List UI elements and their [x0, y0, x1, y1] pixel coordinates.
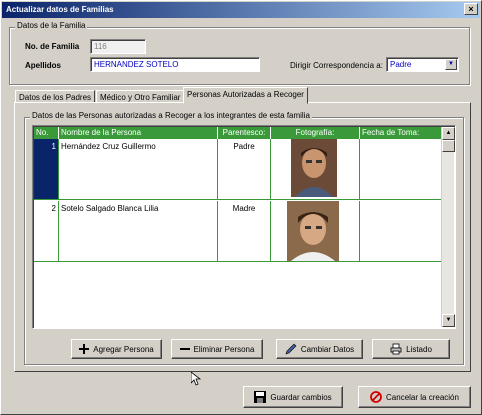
correspondence-label: Dirigir Correspondencia a: — [290, 61, 383, 70]
scroll-thumb[interactable] — [442, 140, 455, 152]
scroll-up-icon[interactable]: ▲ — [442, 127, 455, 140]
grid-scrollbar[interactable]: ▲ ▼ — [441, 127, 455, 327]
scroll-down-icon[interactable]: ▼ — [442, 314, 455, 327]
minus-icon — [179, 348, 190, 350]
row-number: 1 — [34, 139, 59, 199]
grid-header: No. Nombre de la Persona Parentesco: Fot… — [34, 127, 442, 139]
row-number: 2 — [34, 201, 59, 261]
surname-field[interactable]: HERNANDEZ SOTELO — [90, 57, 260, 72]
correspondence-value: Padre — [390, 60, 412, 69]
cancel-creation-button[interactable]: Cancelar la creación — [358, 386, 471, 408]
printer-icon — [390, 343, 402, 355]
save-changes-label: Guardar cambios — [270, 392, 332, 402]
close-button[interactable]: × — [464, 3, 478, 15]
authorized-grid[interactable]: No. Nombre de la Persona Parentesco: Fot… — [32, 125, 456, 329]
pencil-icon — [285, 343, 297, 355]
person-photo-icon — [287, 201, 339, 261]
chevron-down-icon[interactable]: ▼ — [445, 59, 457, 70]
mouse-cursor-icon — [191, 372, 201, 386]
save-disk-icon — [254, 391, 267, 403]
authorized-legend: Datos de las Personas autorizadas a Reco… — [30, 111, 312, 120]
table-row[interactable]: 1 Hernández Cruz Guillermo Padre — [34, 139, 442, 200]
family-number-label: No. de Familia — [25, 42, 80, 51]
person-photo-icon — [291, 139, 337, 197]
col-name[interactable]: Nombre de la Persona — [59, 127, 218, 139]
save-changes-button[interactable]: Guardar cambios — [243, 386, 343, 408]
delete-person-label: Eliminar Persona — [193, 344, 255, 354]
cancel-creation-label: Cancelar la creación — [386, 392, 459, 402]
family-data-group — [9, 27, 470, 85]
col-relation[interactable]: Parentesco: — [218, 127, 271, 139]
add-person-button[interactable]: Agregar Persona — [71, 339, 162, 359]
cancel-icon — [370, 391, 382, 403]
tab-authorized[interactable]: Personas Autorizadas a Recoger — [183, 87, 308, 104]
surname-label: Apellidos — [25, 61, 62, 70]
family-update-window: Actualizar datos de Familias × Datos de … — [0, 0, 482, 415]
row-name: Hernández Cruz Guillermo — [59, 139, 218, 199]
col-photo[interactable]: Fotografía: — [271, 127, 360, 139]
list-button[interactable]: Listado — [372, 339, 450, 359]
row-photo — [271, 139, 360, 199]
row-date — [360, 201, 442, 261]
change-data-label: Cambiar Datos — [300, 344, 355, 354]
window-title: Actualizar datos de Familias — [2, 2, 480, 18]
row-date — [360, 139, 442, 199]
col-date[interactable]: Fecha de Toma: — [360, 127, 442, 139]
plus-icon — [79, 344, 90, 354]
row-name: Sotelo Salgado Blanca Lilia — [59, 201, 218, 261]
row-relation: Padre — [218, 139, 271, 199]
table-row[interactable]: 2 Sotelo Salgado Blanca Lilia Madre — [34, 201, 442, 262]
delete-person-button[interactable]: Eliminar Persona — [171, 339, 263, 359]
add-person-label: Agregar Persona — [93, 344, 154, 354]
family-data-legend: Datos de la Familia — [15, 21, 88, 30]
col-no[interactable]: No. — [34, 127, 59, 139]
change-data-button[interactable]: Cambiar Datos — [276, 339, 363, 359]
row-photo — [271, 201, 360, 261]
family-number-field[interactable]: 116 — [90, 39, 146, 54]
row-relation: Madre — [218, 201, 271, 261]
list-label: Listado — [406, 344, 432, 354]
correspondence-select[interactable]: Padre ▼ — [386, 57, 459, 72]
